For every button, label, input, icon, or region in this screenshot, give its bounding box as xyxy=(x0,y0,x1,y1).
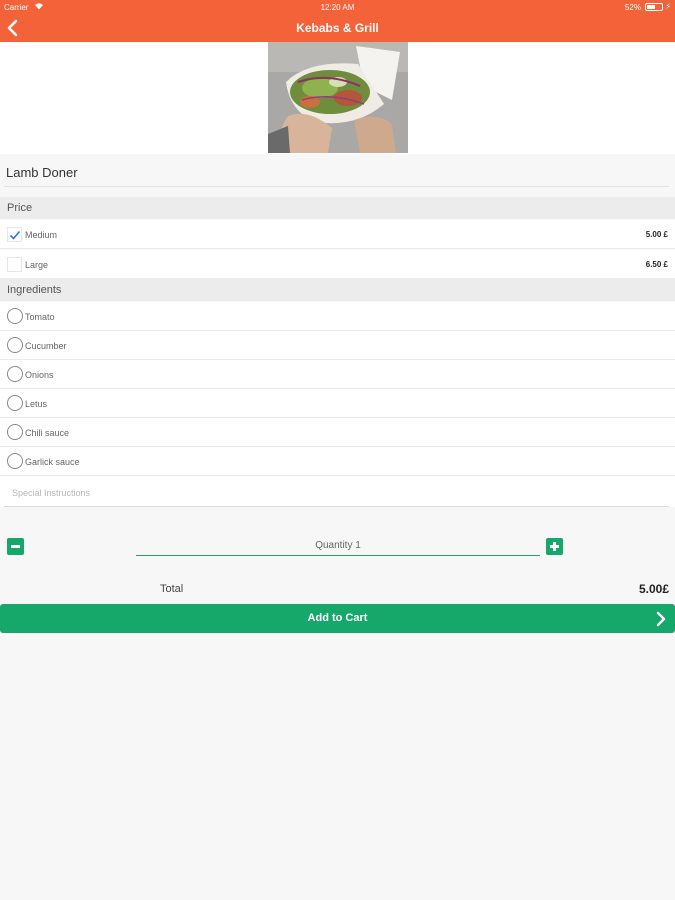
page-title: Kebabs & Grill xyxy=(296,21,379,35)
decrease-quantity-button[interactable] xyxy=(7,538,24,555)
ingredient-label: Tomato xyxy=(25,312,55,322)
ingredient-label: Cucumber xyxy=(25,341,67,351)
price-option-large[interactable]: Large 6.50 £ xyxy=(0,250,675,279)
price-section-header: Price xyxy=(0,197,675,219)
price-option-label: Large xyxy=(25,260,49,270)
ingredient-option-garlick-sauce[interactable]: Garlick sauce xyxy=(0,447,675,476)
radio-unchecked-icon[interactable] xyxy=(7,337,23,353)
radio-unchecked-icon[interactable] xyxy=(7,424,23,440)
price-option-value: 5.00 £ xyxy=(645,230,668,239)
add-to-cart-button[interactable]: Add to Cart xyxy=(0,604,675,633)
battery-icon xyxy=(645,3,663,11)
minus-icon xyxy=(11,545,20,548)
item-title-row: Lamb Doner xyxy=(0,154,675,197)
battery-percent: 52% xyxy=(624,3,641,12)
status-bar: Carrier 12:20 AM 52% ⚡ xyxy=(0,0,675,14)
price-option-label: Medium xyxy=(25,230,58,240)
checkbox-checked-icon[interactable] xyxy=(7,227,22,242)
ingredients-header-label: Ingredients xyxy=(7,284,62,296)
ingredient-option-tomato[interactable]: Tomato xyxy=(0,302,675,331)
price-option-medium[interactable]: Medium 5.00 £ xyxy=(0,220,675,249)
ingredients-section-header: Ingredients xyxy=(0,279,675,301)
chevron-right-icon xyxy=(656,611,666,627)
ingredient-label: Chili sauce xyxy=(25,428,70,438)
quantity-field[interactable]: Quantity 1 xyxy=(136,538,540,556)
checkbox-icon[interactable] xyxy=(7,257,22,272)
item-name: Lamb Doner xyxy=(6,165,78,180)
status-time: 12:20 AM xyxy=(320,3,355,12)
ingredient-option-cucumber[interactable]: Cucumber xyxy=(0,331,675,360)
radio-unchecked-icon[interactable] xyxy=(7,395,23,411)
hero-area xyxy=(0,42,675,154)
ingredient-label: Garlick sauce xyxy=(25,457,80,467)
special-instructions-field[interactable]: Special Instructions xyxy=(0,476,675,507)
ingredient-option-letus[interactable]: Letus xyxy=(0,389,675,418)
ingredient-option-chili-sauce[interactable]: Chili sauce xyxy=(0,418,675,447)
charging-icon: ⚡ xyxy=(665,2,671,11)
ingredient-label: Onions xyxy=(25,370,54,380)
divider xyxy=(4,186,669,187)
special-instructions-placeholder: Special Instructions xyxy=(12,488,91,498)
kebab-photo xyxy=(268,42,408,153)
nav-bar: Kebabs & Grill xyxy=(0,14,675,42)
radio-unchecked-icon[interactable] xyxy=(7,453,23,469)
total-value: 5.00£ xyxy=(638,582,669,596)
ingredient-label: Letus xyxy=(25,399,48,409)
ingredient-option-onions[interactable]: Onions xyxy=(0,360,675,389)
add-to-cart-label: Add to Cart xyxy=(307,612,368,624)
radio-unchecked-icon[interactable] xyxy=(7,308,23,324)
price-header-label: Price xyxy=(7,202,33,214)
radio-unchecked-icon[interactable] xyxy=(7,366,23,382)
price-option-value: 6.50 £ xyxy=(645,260,668,269)
quantity-text: Quantity 1 xyxy=(315,540,361,551)
divider xyxy=(4,506,669,507)
increase-quantity-button[interactable] xyxy=(546,538,563,555)
total-label: Total xyxy=(160,583,184,595)
